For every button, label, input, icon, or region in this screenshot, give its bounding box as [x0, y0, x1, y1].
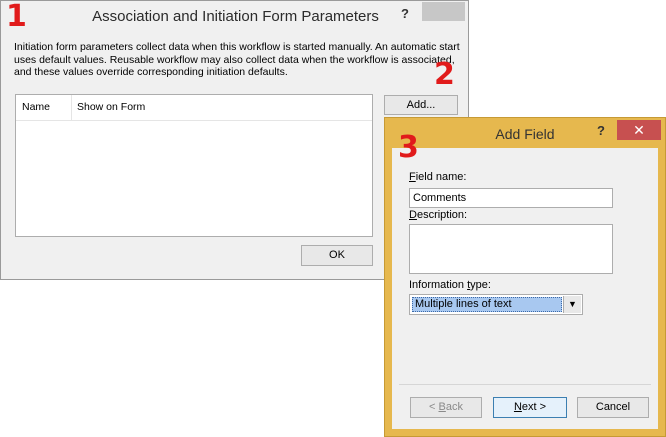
add-field-dialog: Add Field ? ✕ Field name: Comments Descr…	[384, 117, 666, 437]
dialog-title: Association and Initiation Form Paramete…	[92, 8, 379, 25]
field-name-input[interactable]: Comments	[409, 188, 613, 208]
annotation-1: 1	[6, 0, 27, 34]
column-divider[interactable]	[71, 95, 72, 120]
column-header-show-on-form[interactable]: Show on Form	[77, 101, 145, 113]
add-button[interactable]: Add...	[384, 95, 458, 115]
divider	[399, 384, 651, 385]
description-label: Description:	[409, 209, 468, 221]
column-header-name[interactable]: Name	[22, 101, 50, 113]
cancel-button[interactable]: Cancel	[577, 397, 649, 418]
next-button[interactable]: Next >	[493, 397, 567, 418]
dialog-body: Field name: Comments Description: Inform…	[392, 148, 658, 429]
annotation-3: 3	[398, 130, 419, 165]
help-icon[interactable]: ?	[597, 123, 605, 138]
list-header: Name Show on Form	[16, 95, 372, 121]
close-button[interactable]: ✕	[617, 120, 661, 140]
parameters-list[interactable]: Name Show on Form	[15, 94, 373, 237]
back-button[interactable]: < Back	[410, 397, 482, 418]
information-type-label: Information type:	[409, 279, 491, 291]
description-text: Initiation form parameters collect data …	[14, 41, 460, 78]
information-type-value: Multiple lines of text	[412, 297, 562, 312]
description-textarea[interactable]	[409, 224, 613, 274]
field-name-label: Field name:	[409, 171, 467, 183]
chevron-down-icon[interactable]: ▼	[563, 296, 581, 313]
help-icon[interactable]: ?	[401, 6, 409, 21]
ok-button[interactable]: OK	[301, 245, 373, 266]
information-type-select[interactable]: Multiple lines of text ▼	[409, 294, 583, 315]
annotation-2: 2	[434, 57, 455, 92]
close-icon: ✕	[633, 122, 645, 138]
close-button[interactable]	[422, 2, 465, 21]
